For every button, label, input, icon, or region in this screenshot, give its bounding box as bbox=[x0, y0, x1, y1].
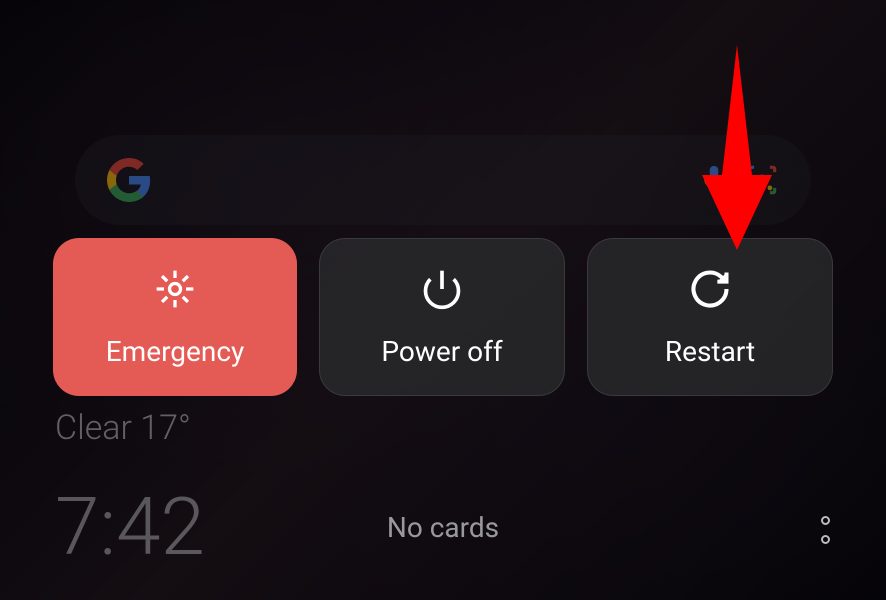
google-search-bar[interactable] bbox=[75, 135, 811, 225]
weather-text: Clear 17° bbox=[55, 408, 191, 448]
clock-widget[interactable]: 7:42 bbox=[55, 480, 205, 574]
power-icon bbox=[420, 267, 464, 311]
power-off-button[interactable]: Power off bbox=[319, 238, 565, 396]
more-menu-icon[interactable] bbox=[821, 516, 830, 544]
emergency-icon bbox=[153, 267, 197, 311]
power-menu: Emergency Power off Restart bbox=[53, 238, 833, 396]
google-lens-icon[interactable] bbox=[743, 161, 781, 199]
google-logo-icon bbox=[105, 156, 153, 204]
microphone-icon[interactable] bbox=[697, 160, 731, 200]
emergency-label: Emergency bbox=[106, 335, 244, 368]
restart-icon bbox=[688, 267, 732, 311]
restart-label: Restart bbox=[665, 335, 755, 368]
weather-widget[interactable]: Clear 17° bbox=[55, 408, 191, 448]
no-cards-text: No cards bbox=[387, 511, 499, 544]
power-off-label: Power off bbox=[381, 335, 502, 368]
restart-button[interactable]: Restart bbox=[587, 238, 833, 396]
emergency-button[interactable]: Emergency bbox=[53, 238, 297, 396]
dot-icon bbox=[821, 516, 830, 525]
dot-icon bbox=[821, 535, 830, 544]
